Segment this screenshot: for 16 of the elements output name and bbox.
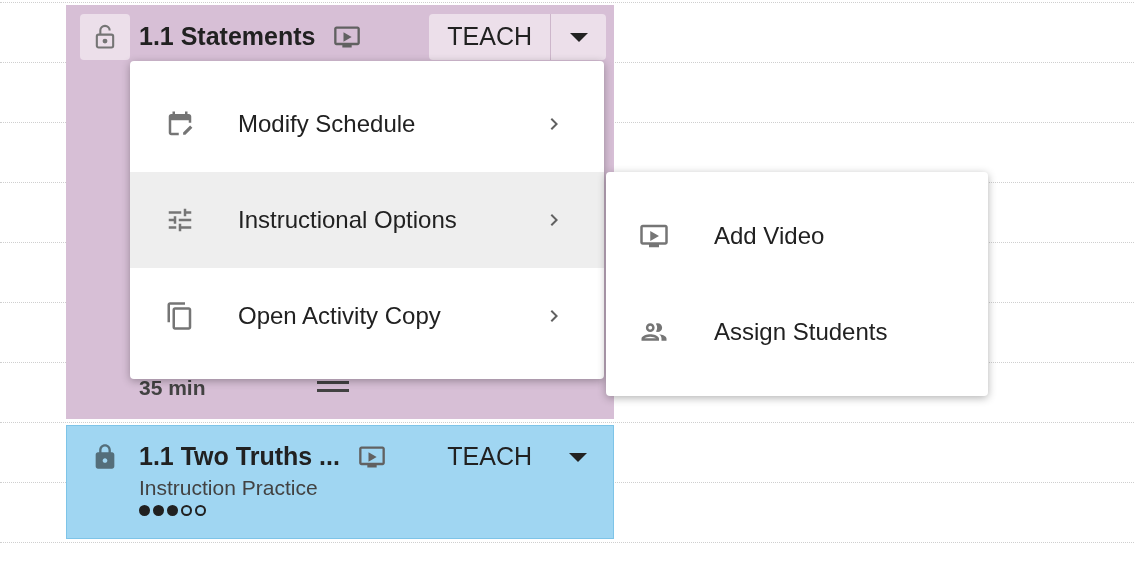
lesson-title: 1.1 Two Truths ... xyxy=(139,441,340,473)
caret-icon xyxy=(569,452,587,462)
menu-item[interactable]: Assign Students xyxy=(606,284,988,380)
duration: 35 min xyxy=(139,374,206,401)
lesson-title: 1.1 Statements xyxy=(139,21,316,53)
menu-item[interactable]: Open Activity Copy xyxy=(130,268,604,364)
drag-handle-icon[interactable] xyxy=(316,381,349,394)
lesson-type: Instruction Practice xyxy=(139,476,319,500)
menu-item[interactable]: Add Video xyxy=(606,188,988,284)
teach-button[interactable]: TEACH xyxy=(429,434,550,480)
menu-item[interactable]: Modify Schedule xyxy=(130,76,604,172)
caret-icon xyxy=(569,32,588,42)
dropdown-button[interactable] xyxy=(550,14,606,60)
teach-button[interactable]: TEACH xyxy=(429,14,550,60)
lock-button[interactable] xyxy=(80,14,130,60)
menu-item[interactable]: Instructional Options xyxy=(130,172,604,268)
